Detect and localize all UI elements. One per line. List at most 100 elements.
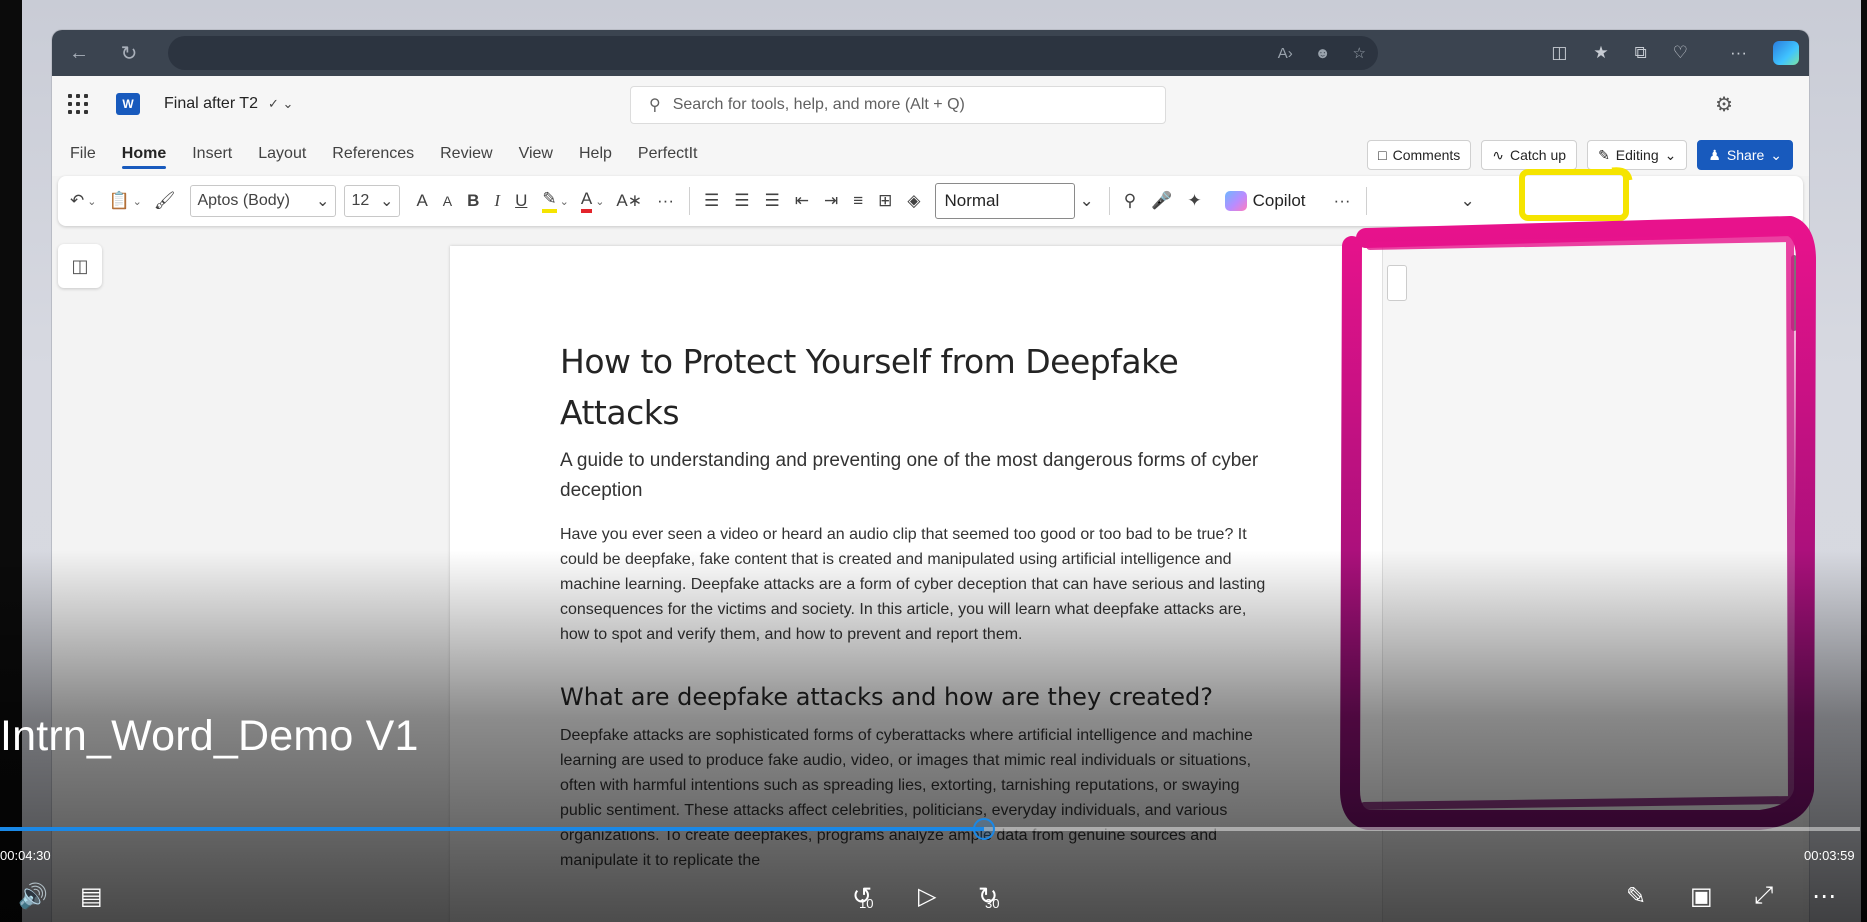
copilot-label: Copilot bbox=[1252, 191, 1306, 210]
checklist-icon[interactable]: ☰ bbox=[764, 191, 779, 211]
chevron-down-icon[interactable]: ⌄ bbox=[560, 195, 569, 208]
favorite-star-icon[interactable]: ☆ bbox=[1353, 44, 1366, 62]
navigation-pane-icon[interactable]: ◫ bbox=[58, 244, 102, 288]
favorites-icon[interactable]: ★ bbox=[1593, 43, 1608, 63]
document-subtitle: A guide to understanding and preventing … bbox=[560, 450, 1259, 501]
chevron-down-icon[interactable]: ⌄ bbox=[133, 195, 142, 208]
chevron-down-icon[interactable]: ⌄ bbox=[87, 195, 96, 208]
ribbon-collapse-chevron-icon[interactable]: ⌄ bbox=[1461, 191, 1475, 211]
tab-file[interactable]: File bbox=[70, 137, 96, 171]
borders-icon[interactable]: ⊞ bbox=[878, 191, 892, 211]
progress-thumb[interactable] bbox=[972, 818, 995, 840]
more-font-options-icon[interactable]: ··· bbox=[657, 191, 674, 211]
editing-label: Editing bbox=[1615, 147, 1659, 163]
ribbon-right-buttons: □ Comments ∿ Catch up ✎ Editing ⌄ ♟ Share ⌄ bbox=[1367, 140, 1793, 170]
style-value: Normal bbox=[944, 191, 1000, 210]
comments-button[interactable]: □ Comments bbox=[1367, 140, 1472, 170]
more-options-icon[interactable]: ··· bbox=[1334, 191, 1351, 211]
play-icon[interactable]: ▷ bbox=[918, 882, 936, 911]
shading-icon[interactable]: ◈ bbox=[907, 191, 920, 211]
ribbon-tabs: File Home Insert Layout References Revie… bbox=[52, 132, 1809, 176]
split-screen-icon[interactable]: ◫ bbox=[1551, 43, 1567, 63]
font-family-value: Aptos (Body) bbox=[197, 192, 290, 209]
format-painter-icon[interactable]: 🖌 bbox=[154, 191, 176, 211]
collections-icon[interactable]: ⧉ bbox=[1635, 43, 1647, 63]
grow-font-icon[interactable]: A bbox=[416, 191, 427, 211]
document-page[interactable]: How to Protect Yourself from Deepfake At… bbox=[450, 246, 1382, 922]
chevron-down-icon: ⌄ bbox=[316, 193, 330, 210]
profile-icon[interactable]: ☻ bbox=[1315, 45, 1331, 62]
tab-help[interactable]: Help bbox=[579, 137, 612, 171]
volume-icon[interactable]: 🔊 bbox=[18, 882, 48, 911]
back-arrow-icon[interactable]: ← bbox=[62, 42, 96, 65]
browser-window: ← ↻ A› ☻ ☆ ◫ ★ ⧉ ♡ ··· W Final after T2 bbox=[52, 30, 1809, 922]
chevron-down-icon: ⌄ bbox=[1770, 146, 1782, 163]
editing-mode-button[interactable]: ✎ Editing ⌄ bbox=[1587, 140, 1688, 170]
clear-formatting-icon[interactable]: A∗ bbox=[616, 191, 642, 211]
progress-bar[interactable] bbox=[0, 818, 1860, 840]
more-icon[interactable]: ··· bbox=[1730, 43, 1747, 63]
picture-in-picture-icon[interactable]: ▣ bbox=[1690, 882, 1713, 911]
document-name[interactable]: Final after T2 bbox=[164, 95, 258, 113]
find-icon[interactable]: ⚲ bbox=[1124, 191, 1136, 211]
font-size-select[interactable]: 12 ⌄ bbox=[344, 185, 401, 217]
tab-layout[interactable]: Layout bbox=[258, 137, 306, 171]
address-bar[interactable]: A› ☻ ☆ bbox=[168, 36, 1378, 70]
search-placeholder: Search for tools, help, and more (Alt + … bbox=[672, 96, 965, 113]
fullscreen-icon[interactable]: ⤢ bbox=[1754, 882, 1773, 910]
style-select[interactable]: Normal bbox=[935, 183, 1076, 219]
search-box[interactable]: ⚲ Search for tools, help, and more (Alt … bbox=[630, 86, 1166, 124]
tab-references[interactable]: References bbox=[332, 137, 414, 171]
captions-icon[interactable]: ▤ bbox=[80, 882, 103, 911]
saved-status-icon[interactable]: ✓ ⌄ bbox=[268, 96, 293, 112]
undo-icon[interactable]: ↶ bbox=[70, 191, 84, 211]
numbering-icon[interactable]: ☰ bbox=[734, 191, 749, 211]
highlight-icon[interactable]: ✎ bbox=[542, 189, 557, 213]
paste-icon[interactable]: 📋 bbox=[108, 191, 129, 211]
tab-perfectit[interactable]: PerfectIt bbox=[638, 137, 698, 171]
underline-icon[interactable]: U bbox=[515, 191, 527, 211]
catch-up-button[interactable]: ∿ Catch up bbox=[1481, 140, 1578, 170]
font-family-select[interactable]: Aptos (Body) ⌄ bbox=[190, 185, 337, 217]
letterbox-left bbox=[0, 0, 22, 922]
section-heading: What are deepfake attacks and how are th… bbox=[560, 683, 1213, 711]
refresh-icon[interactable]: ↻ bbox=[112, 41, 146, 66]
app-launcher-icon[interactable] bbox=[68, 94, 88, 114]
copilot-button[interactable]: Copilot bbox=[1217, 187, 1314, 215]
catch-up-label: Catch up bbox=[1510, 147, 1567, 163]
decrease-indent-icon[interactable]: ⇤ bbox=[795, 191, 809, 211]
rewind-seconds: 10 bbox=[859, 896, 874, 911]
tab-home[interactable]: Home bbox=[121, 137, 167, 171]
italic-icon[interactable]: I bbox=[494, 191, 500, 211]
more-options-icon[interactable]: ⋯ bbox=[1812, 882, 1836, 911]
edge-copilot-icon[interactable] bbox=[1773, 41, 1799, 65]
tab-view[interactable]: View bbox=[519, 137, 553, 171]
bullets-icon[interactable]: ☰ bbox=[704, 191, 719, 211]
document-title: How to Protect Yourself from Deepfake At… bbox=[560, 342, 1179, 432]
tab-insert[interactable]: Insert bbox=[192, 137, 232, 171]
increase-indent-icon[interactable]: ⇥ bbox=[824, 191, 838, 211]
align-icon[interactable]: ≡ bbox=[853, 191, 863, 211]
designer-wand-icon[interactable]: ✦ bbox=[1187, 191, 1201, 211]
forward-seconds: 30 bbox=[985, 896, 1000, 911]
remaining-time: 00:03:59 bbox=[1804, 848, 1855, 863]
divider bbox=[688, 187, 690, 215]
gear-icon[interactable]: ⚙ bbox=[1715, 92, 1733, 117]
pen-icon[interactable]: ✎ bbox=[1626, 882, 1646, 911]
pane-handle[interactable] bbox=[1387, 265, 1407, 301]
shrink-font-icon[interactable]: A bbox=[443, 193, 452, 209]
divider bbox=[1108, 187, 1110, 215]
share-people-icon: ♟ bbox=[1708, 146, 1721, 163]
share-button[interactable]: ♟ Share ⌄ bbox=[1697, 140, 1793, 170]
chevron-down-icon[interactable]: ⌄ bbox=[595, 195, 604, 208]
font-color-icon[interactable]: A bbox=[580, 189, 593, 213]
heart-icon[interactable]: ♡ bbox=[1673, 43, 1688, 63]
chevron-down-icon[interactable]: ⌄ bbox=[1079, 191, 1093, 211]
search-icon: ⚲ bbox=[649, 97, 661, 114]
pane-scrollbar[interactable] bbox=[1791, 255, 1797, 331]
bold-icon[interactable]: B bbox=[467, 191, 479, 211]
dictate-microphone-icon[interactable]: 🎤 bbox=[1151, 191, 1172, 211]
copilot-side-pane bbox=[1382, 235, 1803, 922]
tab-review[interactable]: Review bbox=[440, 137, 492, 171]
read-aloud-icon[interactable]: A› bbox=[1278, 45, 1293, 62]
